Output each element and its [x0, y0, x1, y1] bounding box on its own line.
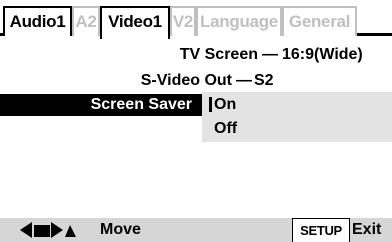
tab-a2[interactable]: A2: [72, 6, 100, 36]
setup-button[interactable]: SETUP: [292, 218, 350, 242]
setup-menu-screen: Audio1 A2 Video1 V2 Language General TV …: [0, 0, 392, 242]
tab-audio1[interactable]: Audio1: [3, 6, 72, 36]
setting-label: S-Video Out: [140, 72, 232, 89]
tab-video1[interactable]: Video1: [100, 6, 170, 39]
setting-value: 16:9(Wide): [282, 46, 363, 63]
move-hint: Move: [100, 221, 141, 238]
tab-v2[interactable]: V2: [170, 6, 196, 36]
tab-general[interactable]: General: [282, 6, 357, 36]
bottom-bar: Move SETUP Exit: [0, 218, 392, 242]
setting-separator: —: [262, 46, 278, 63]
text-cursor-icon: [209, 97, 212, 112]
setting-value: S2: [254, 72, 274, 89]
exit-hint: Exit: [352, 221, 382, 238]
option-off[interactable]: Off: [202, 117, 392, 141]
setting-label: Screen Saver: [90, 96, 192, 113]
option-label: Off: [214, 120, 238, 137]
tab-bar: Audio1 A2 Video1 V2 Language General: [0, 0, 392, 39]
option-label: On: [214, 96, 237, 113]
tab-language[interactable]: Language: [196, 6, 282, 36]
setting-separator: —: [236, 72, 252, 89]
setting-label: TV Screen: [179, 46, 258, 63]
arrow-keys-icon: [20, 222, 76, 238]
option-on[interactable]: On: [202, 93, 392, 117]
screen-saver-options: On Off: [202, 92, 392, 142]
setting-row-screen-saver[interactable]: Screen Saver: [0, 94, 202, 116]
